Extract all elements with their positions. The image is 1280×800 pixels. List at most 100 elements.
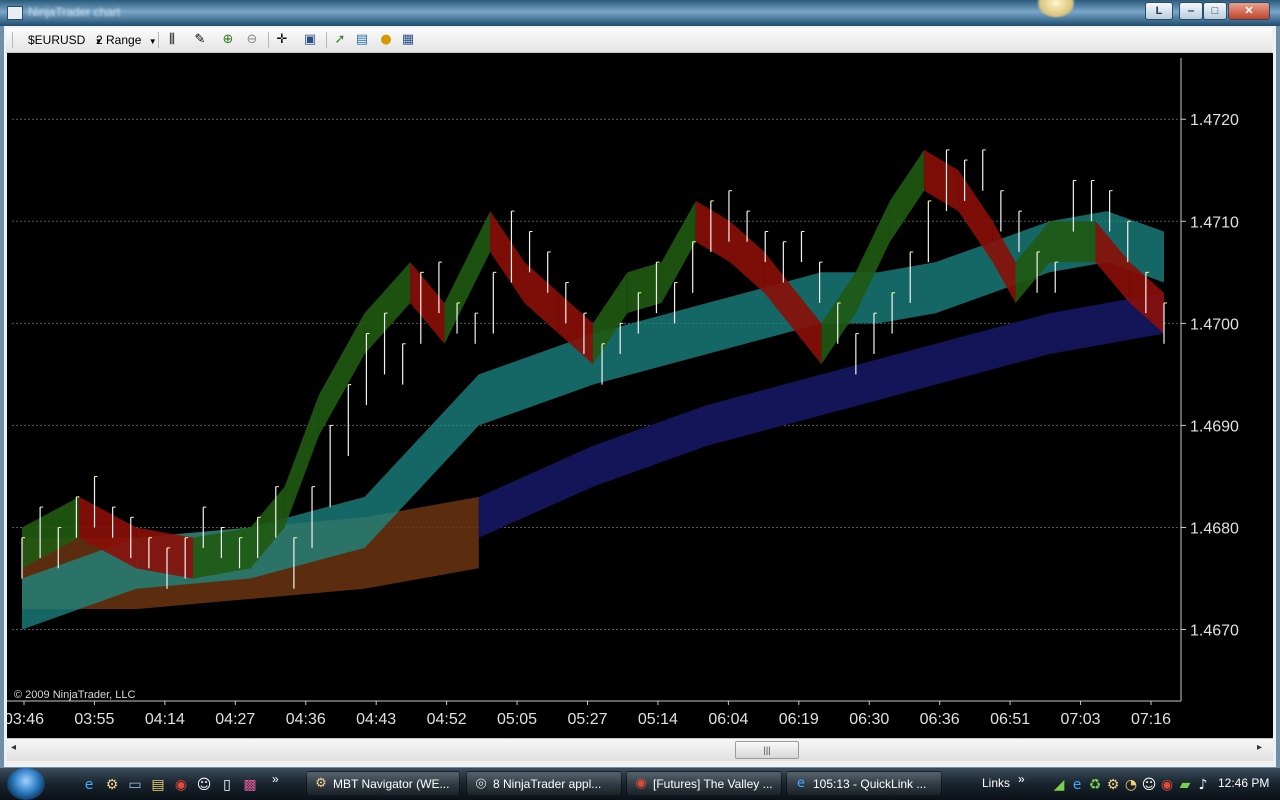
time-label: 04:27: [215, 711, 255, 728]
time-label: 04:43: [356, 711, 396, 728]
toolbar-separator: [326, 32, 327, 48]
windows-taskbar: e ⚙ ▭ ▤ ◉ ☺ ▯ ▩ » ⚙ MBT Navigator (WE...…: [0, 768, 1280, 800]
strategy-icon[interactable]: ▤: [354, 32, 370, 48]
data-box-icon[interactable]: ▦: [400, 32, 416, 48]
chrome-icon[interactable]: ◉: [172, 776, 190, 794]
toolbar-separator: [158, 32, 159, 48]
ie-tray-icon[interactable]: e: [1068, 776, 1086, 794]
time-label: 06:30: [849, 711, 889, 728]
price-label: 1.4720: [1190, 112, 1239, 129]
mbt-tray-icon[interactable]: ⚙: [1104, 776, 1122, 794]
minimize-button[interactable]: ‒: [1179, 2, 1203, 20]
media-tray-icon[interactable]: ☺: [1140, 776, 1158, 794]
copyright-label: © 2009 NinjaTrader, LLC: [14, 689, 136, 701]
desktop-icon[interactable]: ▭: [126, 776, 144, 794]
task-ninjatrader[interactable]: ◎ 8 NinjaTrader appl...: [466, 771, 622, 796]
time-label: 04:52: [427, 711, 467, 728]
crosshair-icon[interactable]: ✛: [274, 32, 290, 48]
task-quicklink[interactable]: e 105:13 - QuickLink ...: [786, 771, 942, 796]
price-label: 1.4710: [1190, 214, 1239, 231]
trend-band-segment: [924, 149, 959, 212]
sync-icon[interactable]: ♻: [1086, 776, 1104, 794]
close-button[interactable]: ✕: [1228, 2, 1270, 20]
notepad-icon[interactable]: ▯: [218, 776, 236, 794]
explorer-icon[interactable]: ▤: [149, 776, 167, 794]
time-label: 05:27: [567, 711, 607, 728]
trend-band-segment: [364, 262, 411, 354]
toolbar-separator: [268, 32, 269, 48]
task-label: [Futures] The Valley ...: [653, 777, 773, 791]
window-title-bar[interactable]: NinjaTrader chart L ‒ □ ✕: [0, 0, 1280, 26]
internet-explorer-icon[interactable]: e: [80, 776, 98, 794]
app-window-icon: [7, 6, 23, 20]
time-label: 06:19: [779, 711, 819, 728]
scroll-thumb[interactable]: |||: [735, 741, 799, 759]
chart-trader-icon[interactable]: ●: [378, 32, 394, 48]
task-label: 8 NinjaTrader appl...: [493, 777, 602, 791]
bar-style-icon[interactable]: ⫼: [164, 32, 180, 48]
help-button[interactable]: L: [1145, 2, 1173, 20]
time-label: 05:05: [497, 711, 537, 728]
time-label: 06:51: [990, 711, 1030, 728]
task-mbt-navigator[interactable]: ⚙ MBT Navigator (WE...: [306, 771, 460, 796]
instrument-label: $EURUSD: [28, 33, 86, 47]
task-chrome-futures[interactable]: ◉ [Futures] The Valley ...: [626, 771, 782, 796]
security-icon[interactable]: ▰: [1176, 776, 1194, 794]
zoom-out-icon[interactable]: ⊖: [244, 32, 260, 48]
quicklaunch-overflow[interactable]: »: [272, 772, 279, 786]
volume-icon[interactable]: ♪: [1194, 776, 1212, 794]
trend-band-segment: [444, 211, 491, 344]
horizontal-scrollbar[interactable]: ◂ ||| ▸: [7, 738, 1273, 761]
clock-app-icon[interactable]: ◔: [1122, 776, 1140, 794]
time-label: 07:16: [1131, 711, 1171, 728]
trend-band-segment: [284, 394, 319, 528]
chrome-tray-icon[interactable]: ◉: [1158, 776, 1176, 794]
trend-band-segment: [889, 149, 925, 242]
chart-toolbar: $EURUSD ▼ 2 Range ▼ ⫼ ✎ ⊕ ⊖ ✛ ▣ ➚ ▤ ● ▦: [6, 28, 1272, 53]
clock[interactable]: 12:46 PM: [1218, 776, 1269, 790]
price-chart[interactable]: 1.4720 1.4710 1.4700 1.4690 1.4680 1.4670 03:4…: [4, 53, 1273, 738]
links-overflow[interactable]: »: [1018, 772, 1025, 786]
start-button[interactable]: [7, 768, 45, 800]
mbt-icon: ⚙: [315, 776, 327, 791]
chart-canvas[interactable]: 1.4720 1.4710 1.4700 1.4690 1.4680 1.4670 03:4…: [4, 53, 1273, 738]
price-label: 1.4680: [1190, 520, 1239, 537]
ninjatrader-icon: ◎: [475, 776, 487, 791]
scroll-right-icon[interactable]: ▸: [1257, 742, 1262, 753]
time-label: 04:14: [145, 711, 185, 728]
chrome-icon: ◉: [635, 776, 647, 791]
network-icon[interactable]: ◢: [1050, 776, 1068, 794]
media-icon[interactable]: ☺: [195, 776, 213, 794]
trend-band-segment: [695, 200, 731, 263]
time-label: 05:14: [638, 711, 678, 728]
task-label: 105:13 - QuickLink ...: [813, 777, 927, 791]
period-label: 2 Range: [96, 33, 142, 47]
time-label: 03:46: [7, 711, 44, 728]
task-label: MBT Navigator (WE...: [333, 777, 450, 791]
indicators-icon[interactable]: ➚: [332, 32, 348, 48]
window-title: NinjaTrader chart: [28, 5, 121, 19]
trend-band-segment: [661, 200, 696, 303]
zoom-in-icon[interactable]: ⊕: [220, 32, 236, 48]
trend-band-segment: [490, 211, 525, 303]
price-label: 1.4690: [1190, 418, 1239, 435]
time-label: 04:36: [286, 711, 326, 728]
paint-icon[interactable]: ▩: [241, 776, 259, 794]
draw-pencil-icon[interactable]: ✎: [192, 32, 208, 48]
quicklink-icon: e: [797, 776, 805, 791]
price-label: 1.4700: [1190, 316, 1239, 333]
properties-icon[interactable]: ▣: [302, 32, 318, 48]
time-label: 03:55: [74, 711, 114, 728]
links-toolbar[interactable]: Links: [982, 776, 1010, 790]
scroll-left-icon[interactable]: ◂: [11, 742, 16, 753]
instrument-selector[interactable]: $EURUSD ▼: [28, 32, 103, 48]
price-label: 1.4670: [1190, 623, 1239, 640]
maximize-button[interactable]: □: [1203, 2, 1227, 20]
trend-band-segment: [1049, 221, 1096, 263]
toolbar-grip: [12, 32, 13, 48]
mbt-icon[interactable]: ⚙: [103, 776, 121, 794]
chevron-down-icon: ▼: [148, 37, 157, 46]
period-selector[interactable]: 2 Range ▼: [96, 32, 157, 48]
time-label: 06:04: [708, 711, 748, 728]
trend-band-segment: [524, 262, 559, 334]
